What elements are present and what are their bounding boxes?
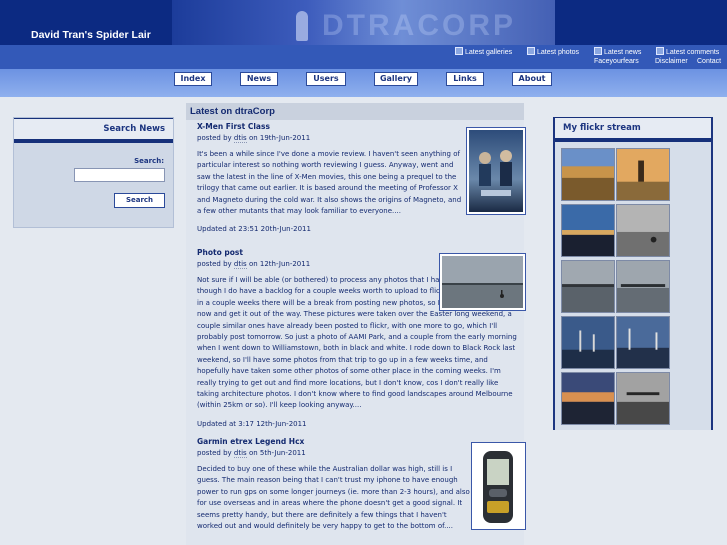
news-heading: Latest on dtraCorp <box>186 103 524 120</box>
nav-index[interactable]: Index <box>174 72 212 86</box>
flickr-panel: My flickr stream <box>553 117 713 430</box>
flickr-thumbnail[interactable] <box>561 204 615 257</box>
post-title[interactable]: X-Men First Class <box>197 122 462 131</box>
rss-icon <box>527 47 535 55</box>
nav-links[interactable]: Links <box>446 72 484 86</box>
post-author-link[interactable]: dtis <box>233 449 247 458</box>
link-faceyourfears[interactable]: Faceyourfears <box>594 58 639 65</box>
flickr-thumbnail[interactable] <box>616 260 670 313</box>
rss-icon <box>656 47 664 55</box>
post-body: It's been a while since I've done a movi… <box>197 150 462 216</box>
post-body: Decided to buy one of these while the Au… <box>197 465 470 531</box>
flickr-thumbnail[interactable] <box>616 316 670 369</box>
post-thumbnail-gps[interactable] <box>471 442 526 530</box>
movie-poster-image <box>469 130 523 212</box>
search-panel-heading: Search News <box>14 118 173 143</box>
nav-about[interactable]: About <box>512 72 552 86</box>
main-navigation: Index News Users Gallery Links About <box>0 69 727 97</box>
flickr-thumbnail[interactable] <box>616 204 670 257</box>
bay-photo-image <box>442 256 523 308</box>
post-updated: Updated at 23:51 20th-Jun-2011 <box>197 225 311 234</box>
post-author-link[interactable]: dtis <box>233 134 247 143</box>
post-thumbnail-photo[interactable] <box>439 253 526 311</box>
rss-icon <box>455 47 463 55</box>
flickr-thumbnail[interactable] <box>561 148 615 201</box>
banner-logo-text: DTRACORP <box>322 9 516 42</box>
post-updated: Updated at 3:17 12th-Jun-2011 <box>197 419 307 428</box>
nav-users[interactable]: Users <box>306 72 346 86</box>
flickr-thumbnail[interactable] <box>616 372 670 425</box>
flickr-thumbnail[interactable] <box>616 148 670 201</box>
site-banner: DTRACORP <box>172 0 555 45</box>
nav-gallery[interactable]: Gallery <box>374 72 418 86</box>
banner-figure <box>296 11 308 41</box>
news-post: Garmin etrex Legend Hcx posted by dtis o… <box>197 437 472 532</box>
post-meta: posted by dtis on 19th-Jun-2011 <box>197 134 311 143</box>
post-author-link[interactable]: dtis <box>233 260 247 269</box>
flickr-thumbnail[interactable] <box>561 316 615 369</box>
feed-link-comments[interactable]: Latest comments <box>656 47 719 56</box>
flickr-thumbnail[interactable] <box>561 372 615 425</box>
link-contact[interactable]: Contact <box>697 58 721 65</box>
feed-link-photos[interactable]: Latest photos <box>527 47 579 56</box>
post-title[interactable]: Garmin etrex Legend Hcx <box>197 437 472 446</box>
search-label: Search: <box>134 157 164 165</box>
feed-link-galleries[interactable]: Latest galleries <box>455 47 512 56</box>
rss-icon <box>594 47 602 55</box>
gps-device-image <box>474 445 523 527</box>
search-input[interactable] <box>74 168 165 182</box>
site-title[interactable]: David Tran's Spider Lair <box>31 29 151 41</box>
news-column: Latest on dtraCorp X-Men First Class pos… <box>186 103 526 545</box>
nav-news[interactable]: News <box>240 72 278 86</box>
feed-links-bar: Latest galleries Latest photos Latest ne… <box>0 45 727 69</box>
search-button[interactable]: Search <box>114 193 165 208</box>
post-meta: posted by dtis on 5th-Jun-2011 <box>197 449 306 458</box>
link-disclaimer[interactable]: Disclaimer <box>655 58 688 65</box>
flickr-thumbnail[interactable] <box>561 260 615 313</box>
flickr-panel-heading: My flickr stream <box>555 117 711 142</box>
post-thumbnail-xmen[interactable] <box>466 127 526 215</box>
feed-link-news[interactable]: Latest news <box>594 47 641 56</box>
search-panel: Search News Search: Search <box>13 117 174 228</box>
news-post: X-Men First Class posted by dtis on 19th… <box>197 122 462 233</box>
site-header: David Tran's Spider Lair DTRACORP <box>0 0 727 45</box>
